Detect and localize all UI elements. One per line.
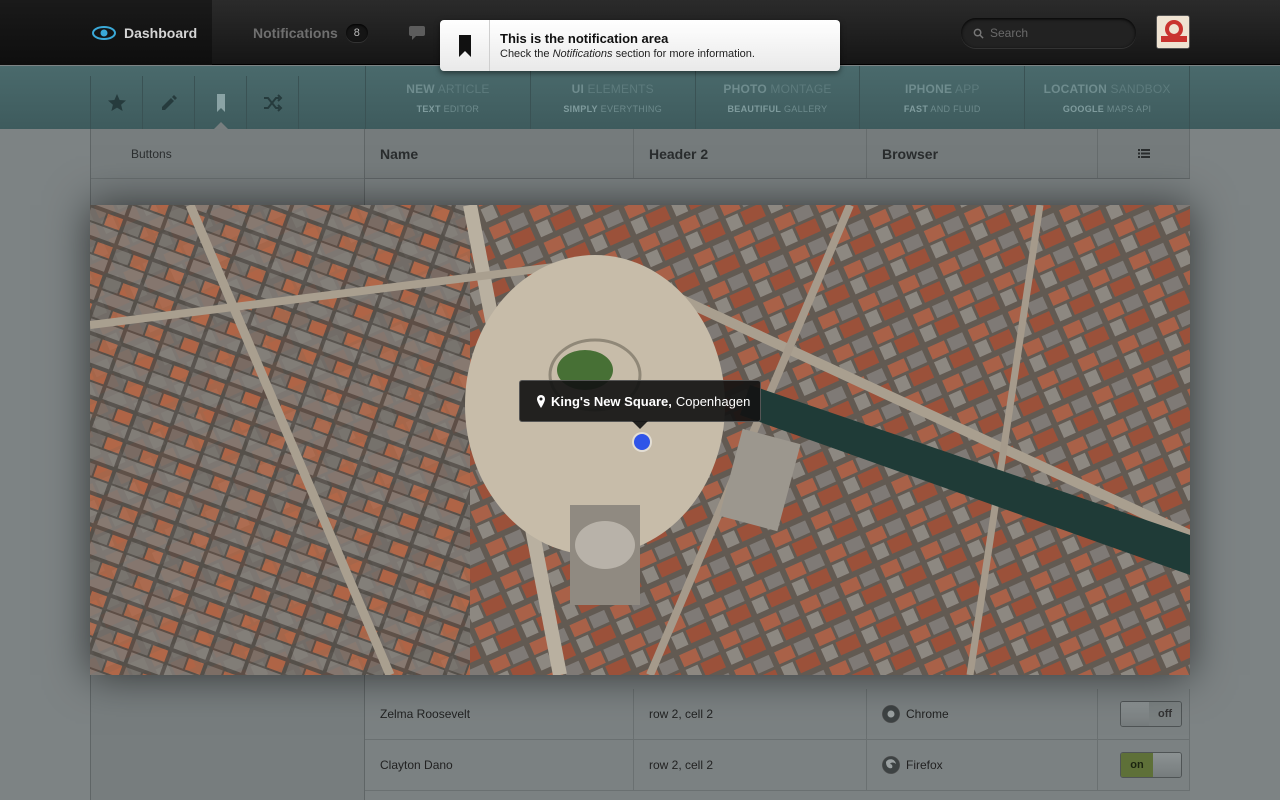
notification-body: Check the Notifications section for more… (500, 48, 755, 60)
nav-messages[interactable] (409, 0, 429, 65)
shortcut-iphone-app[interactable]: IPHONE APP FAST AND FLUID (859, 66, 1024, 129)
notification-icon-cell (440, 20, 490, 71)
table-row: Clayton Dano row 2, cell 2 Firefox on (365, 740, 1190, 791)
toggle-switch[interactable]: on (1120, 752, 1182, 778)
sidebar-item-buttons[interactable]: Buttons (91, 129, 364, 179)
star-button[interactable] (91, 76, 143, 129)
icon-toolbar (90, 76, 365, 129)
map-city: Copenhagen (675, 393, 751, 409)
sidebar-item-label: Buttons (131, 146, 172, 161)
table-header: Name Header 2 Browser (365, 129, 1190, 179)
avatar[interactable] (1156, 15, 1190, 49)
bookmark-button[interactable] (195, 76, 247, 129)
user-avatar-image (1157, 16, 1189, 48)
notification-tooltip: This is the notification area Check the … (440, 20, 840, 71)
column-options[interactable] (1098, 129, 1190, 178)
browser-label: Firefox (906, 758, 943, 772)
map-location-tooltip: King's New Square, Copenhagen (519, 380, 761, 429)
shortcut-title: PHOTO MONTAGE (723, 81, 832, 96)
map-view[interactable]: King's New Square, Copenhagen (90, 205, 1190, 675)
chat-icon (409, 25, 425, 40)
toggle-knob (1153, 753, 1181, 777)
notifications-count-badge: 8 (345, 23, 368, 42)
list-icon (1137, 149, 1150, 158)
notification-body-emphasis: Notifications (552, 48, 613, 60)
shortcut-subtitle: GOOGLE MAPS API (1062, 103, 1152, 114)
shortcut-title: IPHONE APP (904, 81, 980, 96)
shortcut-subtitle: TEXT EDITOR (416, 103, 480, 114)
firefox-icon (882, 756, 900, 774)
shortcut-photo-montage[interactable]: PHOTO MONTAGE BEAUTIFUL GALLERY (694, 66, 860, 129)
shortcut-ui-elements[interactable]: UI ELEMENTS SIMPLY EVERYTHING (529, 66, 695, 129)
toggle-switch[interactable]: off (1120, 701, 1182, 727)
cell-name: Clayton Dano (365, 740, 634, 790)
chrome-icon (882, 705, 900, 723)
cell-toggle: on (1098, 740, 1190, 790)
cell-col2: row 2, cell 2 (634, 740, 867, 790)
search-icon (973, 28, 984, 39)
shortcut-tabs: NEW ARTICLE TEXT EDITOR UI ELEMENTS SIMP… (365, 66, 1190, 129)
table-row: Zelma Roosevelt row 2, cell 2 Chrome off (365, 689, 1190, 740)
column-header-name[interactable]: Name (365, 129, 634, 178)
bookmark-icon (458, 34, 471, 57)
cell-browser: Chrome (867, 689, 1098, 739)
shortcut-new-article[interactable]: NEW ARTICLE TEXT EDITOR (365, 66, 530, 129)
cell-toggle: off (1098, 689, 1190, 739)
shortcut-subtitle: BEAUTIFUL GALLERY (727, 103, 828, 114)
cell-name: Zelma Roosevelt (365, 689, 634, 739)
shortcut-subtitle: FAST AND FLUID (903, 103, 981, 114)
search-input[interactable] (990, 26, 1120, 40)
cell-browser: Firefox (867, 740, 1098, 790)
shortcut-title: UI ELEMENTS (571, 81, 654, 96)
nav-dashboard-label: Dashboard (124, 24, 198, 41)
shuffle-button[interactable] (247, 76, 299, 129)
pencil-icon (161, 94, 177, 110)
notification-body-suffix: section for more information. (612, 48, 755, 60)
map-pin-icon (537, 394, 545, 408)
nav-notifications[interactable]: Notifications 8 (253, 0, 368, 65)
eye-icon (92, 25, 116, 40)
browser-label: Chrome (906, 707, 949, 721)
toggle-label: on (1121, 753, 1153, 777)
edit-button[interactable] (143, 76, 195, 129)
toggle-knob (1121, 702, 1149, 726)
map-place-name: King's New Square, (551, 393, 672, 409)
location-marker[interactable] (634, 434, 650, 450)
star-icon (107, 93, 126, 111)
bookmark-icon (216, 93, 225, 112)
shortcut-title: LOCATION SANDBOX (1043, 81, 1171, 96)
column-header-browser[interactable]: Browser (867, 129, 1098, 178)
nav-notifications-label: Notifications (253, 24, 338, 41)
shortcut-subtitle: SIMPLY EVERYTHING (563, 103, 663, 114)
search-box[interactable] (961, 18, 1136, 48)
cell-col2: row 2, cell 2 (634, 689, 867, 739)
toggle-label: off (1149, 702, 1181, 726)
shuffle-icon (263, 93, 282, 112)
nav-dashboard[interactable]: Dashboard (0, 0, 212, 65)
shortcut-title: NEW ARTICLE (406, 81, 490, 96)
shortcut-location-sandbox[interactable]: LOCATION SANDBOX GOOGLE MAPS API (1024, 66, 1190, 129)
notification-body-prefix: Check the (500, 48, 553, 60)
column-header-2[interactable]: Header 2 (634, 129, 867, 178)
notification-title: This is the notification area (500, 31, 669, 46)
